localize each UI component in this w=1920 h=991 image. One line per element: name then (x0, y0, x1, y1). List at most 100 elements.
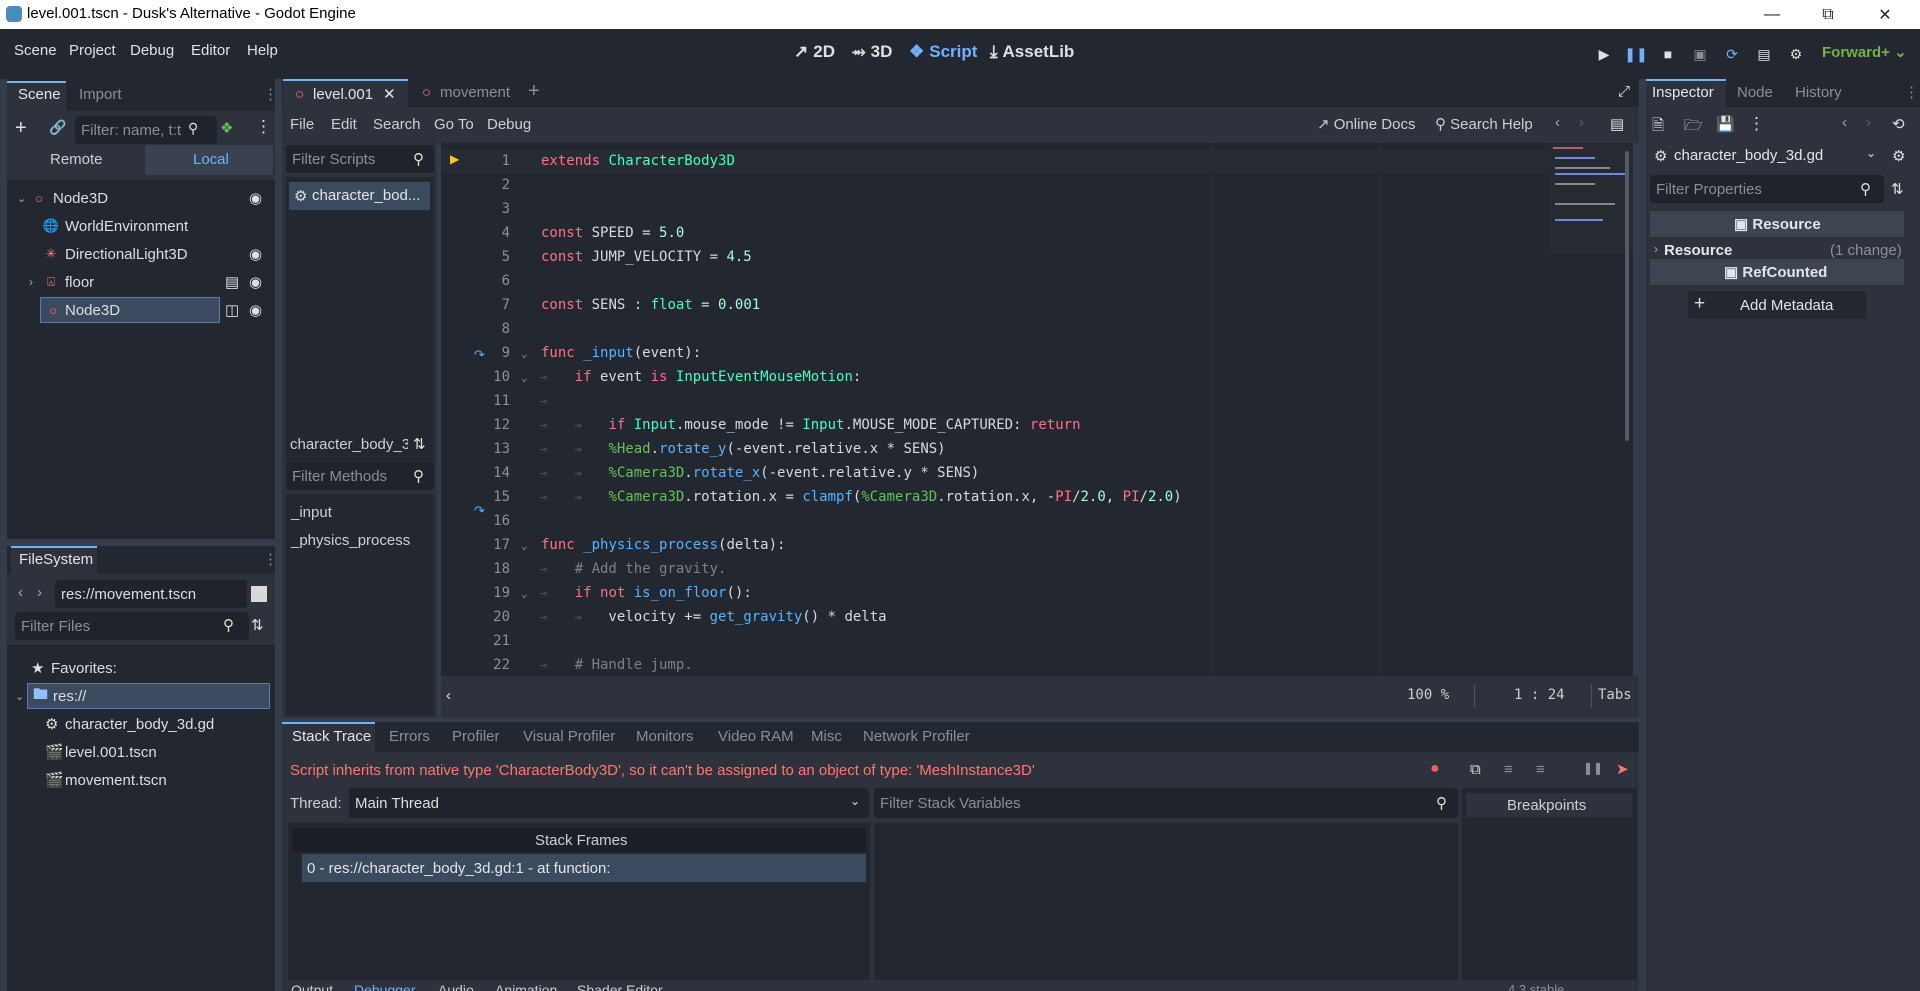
code-line[interactable]: 15 ⇥ ⇥ %Camera3D.rotation.x = clampf(%Came… (441, 485, 1200, 509)
fold-chevron-icon[interactable]: ⌄ (521, 347, 528, 360)
script-menu-debug[interactable]: Debug (487, 116, 531, 133)
menu-scene[interactable]: Scene (14, 42, 57, 59)
tab-filesystem[interactable]: FileSystem (19, 551, 93, 568)
code-line[interactable]: 20 ⇥ ⇥ velocity += get_gravity() * delta (441, 605, 1200, 629)
dock-menu-icon[interactable]: ⋮ (263, 550, 278, 568)
stack-frame-row[interactable]: 0 - res://character_body_3d.gd:1 - at fu… (302, 854, 866, 882)
tab-errors[interactable]: Errors (389, 728, 430, 745)
script-menu-search[interactable]: Search (373, 116, 421, 133)
settings-gear-icon[interactable]: ⚙ (1783, 41, 1809, 67)
copy-icon[interactable]: ⧉ (1470, 761, 1481, 778)
load-resource-icon[interactable]: 🗁 (1684, 115, 1703, 140)
thread-select[interactable]: Main Thread (349, 788, 869, 818)
toggle-scripts-panel-icon[interactable]: ‹ (446, 687, 451, 704)
filter-scripts-input[interactable]: Filter Scripts (286, 145, 434, 173)
filter-methods-input[interactable]: Filter Methods (286, 462, 434, 490)
prev-script-icon[interactable]: ‹ (1555, 114, 1560, 131)
tab-audio[interactable]: Audio (438, 982, 474, 991)
distraction-free-icon[interactable]: ⤢ (1618, 83, 1630, 100)
chevron-right-icon[interactable]: › (29, 275, 33, 289)
menu-project[interactable]: Project (69, 42, 116, 59)
code-line[interactable]: 3 (441, 197, 1200, 221)
menu-editor[interactable]: Editor (191, 42, 230, 59)
visibility-eye-icon[interactable]: ◉ (249, 245, 262, 263)
code-line[interactable]: 21 (441, 629, 1200, 653)
tree-node-root[interactable]: ⌄ ○ Node3D ◉ (7, 185, 275, 211)
renderer-selector[interactable]: Forward+ ⌄ (1822, 43, 1907, 61)
tab-scene[interactable]: Scene (18, 86, 61, 103)
restore-icon[interactable]: ⧉ (1800, 0, 1856, 29)
fold-chevron-icon[interactable]: ⌄ (521, 371, 528, 384)
file-row[interactable]: 🎬 movement.tscn (7, 767, 275, 793)
indentation-mode[interactable]: Tabs (1598, 687, 1632, 703)
code-line[interactable]: 4 const SPEED = 5.0 (441, 221, 1200, 245)
more-options-icon[interactable]: ⋮ (1748, 114, 1765, 134)
tab-monitors[interactable]: Monitors (636, 728, 694, 745)
tree-node-node3d-selected[interactable]: ○ Node3D ◫ ◉ (7, 297, 275, 323)
save-resource-icon[interactable]: 💾 (1716, 115, 1735, 133)
zoom-level[interactable]: 100 % (1407, 687, 1449, 703)
tree-node-directionallight3d[interactable]: ✳ DirectionalLight3D ◉ (7, 241, 275, 267)
menu-debug[interactable]: Debug (130, 42, 174, 59)
tab-animation[interactable]: Animation (495, 982, 557, 991)
sort-icon[interactable]: ⇅ (413, 435, 426, 453)
continue-icon[interactable]: ➤ (1616, 760, 1629, 778)
script-attached-icon[interactable]: ▤ (225, 273, 239, 291)
sort-icon[interactable]: ⇅ (251, 616, 264, 634)
filter-stack-variables-input[interactable]: Filter Stack Variables (874, 788, 1458, 818)
next-object-icon[interactable]: › (1866, 114, 1871, 131)
chevron-down-icon[interactable]: ⌄ (17, 192, 26, 205)
method-item[interactable]: _physics_process (291, 532, 410, 549)
break-icon[interactable]: ❚❚ (1583, 761, 1603, 775)
link-icon[interactable]: 🔗 (49, 119, 66, 136)
code-line[interactable]: 19 ⌄ ⇥ if not is_on_floor(): (441, 581, 1200, 605)
tab-import[interactable]: Import (79, 86, 122, 103)
tab-output[interactable]: Output (291, 982, 333, 991)
code-line[interactable]: 10 ⌄ ⇥ if event is InputEventMouseMotion: (441, 365, 1200, 389)
new-resource-icon[interactable]: 🗎 (1652, 115, 1664, 140)
play-icon[interactable]: ▶ (1591, 41, 1617, 67)
code-line[interactable]: 17 ⌄ func _physics_process(delta): (441, 533, 1200, 557)
attach-script-icon[interactable]: ❖ (220, 119, 233, 137)
open-scene-icon[interactable]: ◫ (225, 301, 239, 319)
code-line[interactable]: 7 const SENS : float = 0.001 (441, 293, 1200, 317)
tree-node-floor[interactable]: › ⍓ floor ▤ ◉ (7, 269, 275, 295)
forward-icon[interactable]: › (37, 584, 42, 601)
code-line[interactable]: 13 ⇥ ⇥ %Head.rotate_y(-event.relative.x * … (441, 437, 1200, 461)
workspace-script-button[interactable]: ❖ Script (909, 42, 977, 62)
search-help-button[interactable]: ⚲ Search Help (1435, 115, 1533, 133)
script-menu-file[interactable]: File (290, 116, 314, 133)
code-line[interactable]: 9 ⌄ func _input(event): (441, 341, 1200, 365)
code-editor[interactable]: ▶ ↷ ↷ 1 extends CharacterBody3D 2 3 4 const S… (441, 143, 1633, 676)
code-line[interactable]: 22 ⇥ # Handle jump. (441, 653, 1200, 676)
workspace-3d-button[interactable]: ⥇ 3D (852, 42, 892, 62)
object-properties-icon[interactable]: ⚙ (1892, 147, 1905, 165)
tab-level001[interactable]: ○ level.001 ✕ (283, 79, 408, 107)
code-line[interactable]: 18 ⇥ # Add the gravity. (441, 557, 1200, 581)
minimize-icon[interactable]: — (1744, 0, 1800, 29)
fold-chevron-icon[interactable]: ⌄ (521, 587, 528, 600)
close-tab-icon[interactable]: ✕ (383, 85, 396, 103)
prev-object-icon[interactable]: ‹ (1842, 114, 1847, 131)
code-line[interactable]: 2 (441, 173, 1200, 197)
code-line[interactable]: 8 (441, 317, 1200, 341)
reload-icon[interactable]: ⟳ (1719, 41, 1745, 67)
next-script-icon[interactable]: › (1579, 114, 1584, 131)
record-icon[interactable]: ● (1430, 760, 1440, 778)
resource-path-selector[interactable]: ⚙ character_body_3d.gd ⌄ (1650, 141, 1880, 171)
step-into-icon[interactable]: ≡ (1504, 761, 1513, 778)
history-icon[interactable]: ⟲ (1892, 115, 1905, 133)
script-list-item[interactable]: ⚙ character_bod... (289, 182, 430, 210)
dock-menu-icon[interactable]: ⋮ (263, 85, 278, 103)
code-line[interactable]: 12 ⇥ ⇥ if Input.mouse_mode != Input.MOUSE_… (441, 413, 1200, 437)
step-over-icon[interactable]: ≡ (1536, 761, 1545, 778)
code-line[interactable]: 14 ⇥ ⇥ %Camera3D.rotate_x(-event.relative.… (441, 461, 1200, 485)
tab-video-ram[interactable]: Video RAM (718, 728, 794, 745)
file-row[interactable]: ⚙ character_body_3d.gd (7, 711, 275, 737)
remote-debug-icon[interactable]: ▣ (1687, 41, 1713, 67)
tab-visual-profiler[interactable]: Visual Profiler (523, 728, 615, 745)
workspace-2d-button[interactable]: ↗ 2D (794, 42, 835, 62)
filter-properties-input[interactable]: Filter Properties (1650, 175, 1884, 203)
code-line[interactable]: 11 ⇥ (441, 389, 1200, 413)
chevron-down-icon[interactable]: ⌄ (15, 690, 24, 703)
